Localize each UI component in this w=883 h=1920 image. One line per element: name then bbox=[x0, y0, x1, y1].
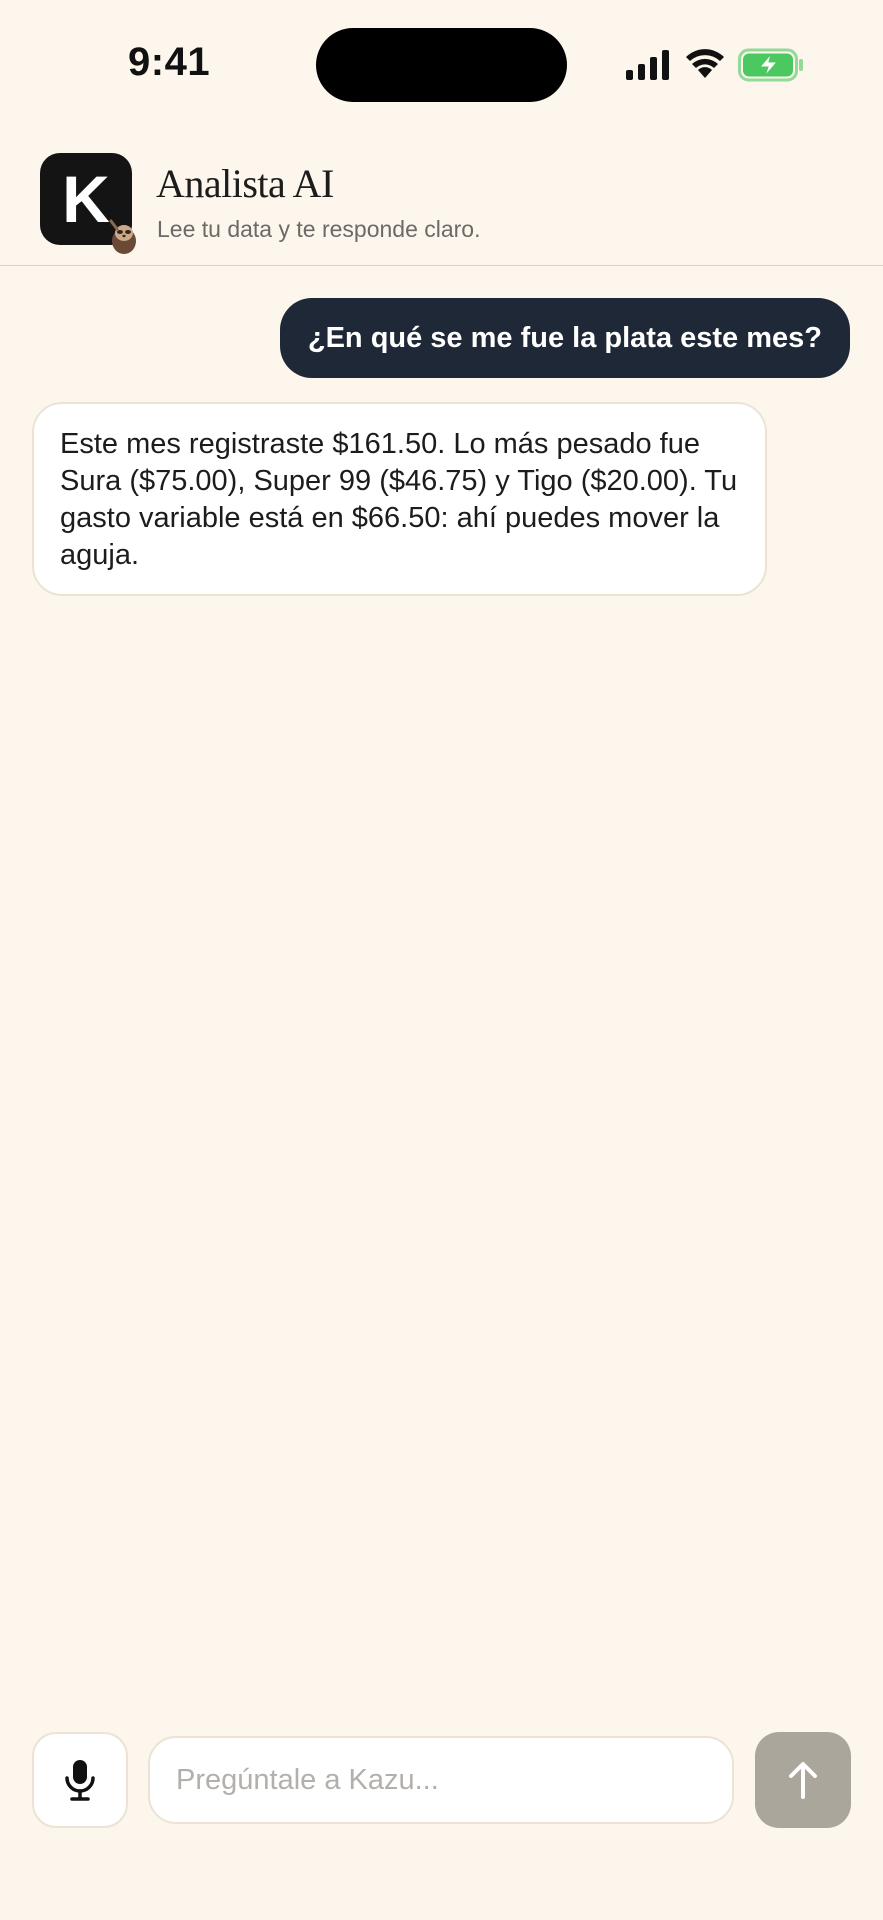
assistant-message-bubble: Este mes registraste $161.50. Lo más pes… bbox=[32, 402, 767, 596]
message-input[interactable] bbox=[148, 1736, 734, 1824]
status-time: 9:41 bbox=[128, 40, 211, 84]
send-button[interactable] bbox=[755, 1732, 851, 1828]
status-bar: 9:41 bbox=[0, 0, 883, 130]
header-title: Analista AI bbox=[156, 161, 334, 206]
user-message-bubble: ¿En qué se me fue la plata este mes? bbox=[279, 298, 850, 378]
chat-header: K Analista AI Lee tu data y te responde … bbox=[0, 130, 883, 266]
header-subtitle: Lee tu data y te responde claro. bbox=[157, 216, 481, 242]
dynamic-island bbox=[316, 28, 567, 102]
wifi-icon bbox=[686, 49, 724, 78]
microphone-button[interactable] bbox=[32, 1732, 128, 1828]
arrow-up-icon bbox=[789, 1762, 817, 1799]
composer-bar bbox=[0, 1708, 883, 1920]
chat-screen: 9:41 K Analista AI Lee tu data y te resp… bbox=[0, 0, 883, 1920]
microphone-icon bbox=[65, 1760, 95, 1801]
signal-icon bbox=[626, 50, 669, 80]
battery-charging-icon bbox=[738, 48, 803, 82]
sloth-mascot-icon bbox=[109, 219, 136, 254]
